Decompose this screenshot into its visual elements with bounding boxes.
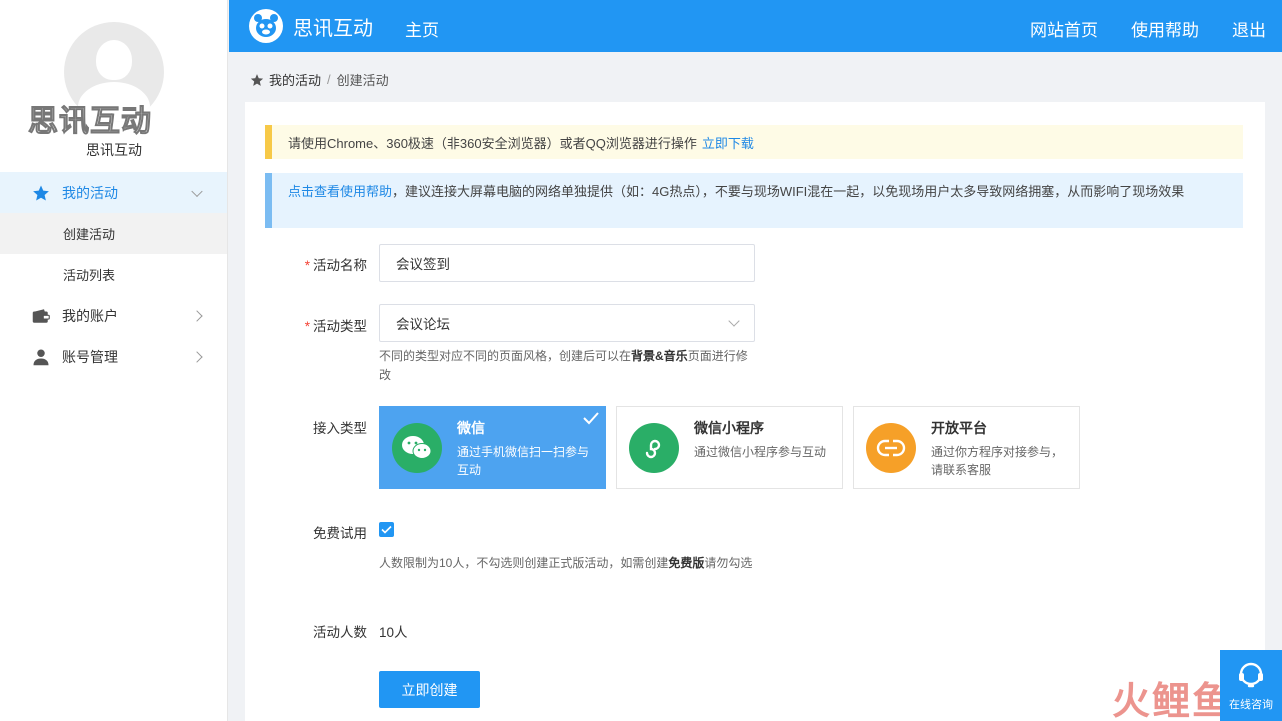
free-trial-hint: 人数限制为10人，不勾选则创建正式版活动，如需创建免费版请勿勾选: [379, 556, 753, 570]
network-notice: 点击查看使用帮助，建议连接大屏幕电脑的网络单独提供（如：4G热点），不要与现场W…: [265, 173, 1243, 228]
access-option-title: 微信小程序: [694, 420, 764, 436]
sidebar-item-my-activities[interactable]: 我的活动: [0, 172, 227, 213]
sidebar-subitem-create-activity[interactable]: 创建活动: [0, 213, 227, 254]
top-header: 思讯互动 主页 网站首页 使用帮助 退出: [229, 0, 1282, 52]
free-trial-checkbox[interactable]: [379, 522, 394, 537]
link-icon: [866, 423, 916, 473]
create-activity-card: 请使用Chrome、360极速（非360安全浏览器）或者QQ浏览器进行操作 立即…: [245, 102, 1265, 721]
online-consult-button[interactable]: 在线咨询: [1220, 650, 1282, 721]
access-option-wechat[interactable]: 微信 通过手机微信扫一扫参与互动: [379, 406, 606, 489]
access-option-desc: 通过你方程序对接参与，请联系客服: [931, 445, 1064, 477]
create-now-button[interactable]: 立即创建: [379, 671, 480, 708]
participant-count-label: 活动人数: [313, 625, 367, 640]
access-option-title: 微信: [457, 420, 485, 436]
logout-link[interactable]: 退出: [1232, 16, 1266, 41]
help-guide-link[interactable]: 点击查看使用帮助: [288, 184, 392, 199]
chevron-right-icon: [191, 350, 203, 363]
access-option-desc: 通过手机微信扫一扫参与互动: [457, 445, 590, 477]
breadcrumb-separator: /: [327, 72, 331, 87]
chevron-right-icon: [191, 309, 203, 322]
star-icon: [250, 73, 264, 87]
activity-name-label: * 活动名称: [304, 258, 367, 273]
breadcrumb-current: 创建活动: [336, 73, 389, 88]
participant-count-value: 10人: [379, 625, 408, 640]
access-option-open-platform[interactable]: 开放平台 通过你方程序对接参与，请联系客服: [853, 406, 1080, 489]
activity-name-input[interactable]: [379, 244, 755, 282]
sidebar-item-account-management[interactable]: 账号管理: [0, 336, 227, 377]
logo[interactable]: [249, 9, 283, 43]
sidebar-item-label: 我的账户: [62, 307, 118, 324]
app-title: 思讯互动: [293, 18, 373, 40]
access-type-label: 接入类型: [313, 421, 367, 436]
brand-watermark: 思讯互动: [28, 105, 152, 139]
watermark: 火鲤鱼: [1112, 681, 1233, 721]
site-home-link[interactable]: 网站首页: [1030, 16, 1098, 41]
user-icon: [32, 348, 50, 366]
network-notice-text: ，建议连接大屏幕电脑的网络单独提供（如：4G热点），不要与现场WIFI混在一起，…: [392, 184, 1185, 199]
access-option-miniprogram[interactable]: 微信小程序 通过微信小程序参与互动: [616, 406, 843, 489]
sidebar-subitem-activity-list[interactable]: 活动列表: [0, 254, 227, 295]
miniprogram-icon: [629, 423, 679, 473]
help-link[interactable]: 使用帮助: [1131, 16, 1199, 41]
online-consult-label: 在线咨询: [1229, 699, 1273, 711]
breadcrumb: 我的活动 / 创建活动: [250, 70, 389, 89]
activity-type-label: * 活动类型: [304, 319, 367, 334]
chevron-down-icon: [728, 315, 740, 327]
sidebar-item-my-account[interactable]: 我的账户: [0, 295, 227, 336]
free-trial-label: 免费试用: [313, 526, 367, 541]
activity-type-hint: 不同的类型对应不同的页面风格，创建后可以在背景&音乐页面进行修改: [379, 349, 748, 382]
breadcrumb-root[interactable]: 我的活动: [269, 70, 321, 89]
sidebar: 思讯互动 思讯互动 我的活动 创建活动 活动列表 我的账户 账号管理: [0, 0, 228, 721]
access-option-desc: 通过微信小程序参与互动: [694, 445, 827, 459]
wallet-icon: [32, 307, 50, 325]
chevron-down-icon: [191, 185, 203, 197]
headset-icon: [1236, 660, 1266, 690]
sidebar-menu: 我的活动 创建活动 活动列表 我的账户 账号管理: [0, 172, 227, 377]
wechat-icon: [392, 423, 442, 473]
browser-notice: 请使用Chrome、360极速（非360安全浏览器）或者QQ浏览器进行操作 立即…: [265, 125, 1243, 159]
user-name: 思讯互动: [86, 142, 142, 158]
download-link[interactable]: 立即下载: [702, 133, 754, 152]
sidebar-item-label: 账号管理: [62, 348, 118, 365]
activity-type-select[interactable]: 会议论坛: [379, 304, 755, 342]
access-option-title: 开放平台: [931, 420, 987, 436]
checkmark-icon: [583, 411, 599, 428]
activity-type-value: 会议论坛: [396, 317, 450, 332]
star-icon: [32, 184, 50, 202]
nav-home-link[interactable]: 主页: [405, 16, 439, 41]
browser-notice-text: 请使用Chrome、360极速（非360安全浏览器）或者QQ浏览器进行操作: [288, 135, 697, 151]
sidebar-item-label: 我的活动: [62, 184, 118, 201]
header-links: 网站首页 使用帮助 退出: [1030, 16, 1266, 41]
